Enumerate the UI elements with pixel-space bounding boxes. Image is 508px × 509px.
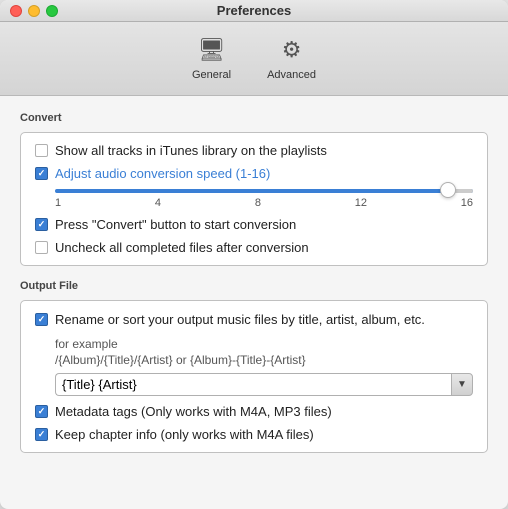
speed-slider-section: 1 4 8 12 16 bbox=[55, 189, 473, 209]
show-tracks-checkbox[interactable] bbox=[35, 144, 48, 157]
window-title: Preferences bbox=[217, 3, 291, 18]
output-section-title: Output File bbox=[20, 280, 488, 292]
uncheck-completed-label: Uncheck all completed files after conver… bbox=[55, 240, 309, 255]
slider-label-16: 16 bbox=[461, 197, 473, 209]
rename-sort-checkbox[interactable] bbox=[35, 313, 48, 326]
keep-chapter-label: Keep chapter info (only works with M4A f… bbox=[55, 427, 314, 442]
for-example-text: for example bbox=[55, 337, 473, 351]
slider-label-12: 12 bbox=[355, 197, 367, 209]
template-dropdown-button[interactable]: ▼ bbox=[451, 373, 473, 396]
keep-chapter-row: Keep chapter info (only works with M4A f… bbox=[35, 427, 473, 442]
gear-icon: ⚙ bbox=[276, 34, 308, 66]
press-convert-label: Press "Convert" button to start conversi… bbox=[55, 217, 296, 232]
minimize-button[interactable] bbox=[28, 5, 40, 17]
adjust-speed-checkbox[interactable] bbox=[35, 167, 48, 180]
tab-group: 🖥 General ⚙ Advanced bbox=[184, 30, 324, 85]
convert-section-box: Show all tracks in iTunes library on the… bbox=[20, 132, 488, 266]
general-icon: 🖥 bbox=[196, 34, 228, 66]
template-input-row: ▼ bbox=[55, 373, 473, 396]
slider-label-1: 1 bbox=[55, 197, 61, 209]
metadata-tags-checkbox[interactable] bbox=[35, 405, 48, 418]
tab-general-label: General bbox=[192, 69, 231, 81]
uncheck-completed-row: Uncheck all completed files after conver… bbox=[35, 240, 473, 255]
rename-sort-row: Rename or sort your output music files b… bbox=[35, 311, 473, 329]
tab-advanced[interactable]: ⚙ Advanced bbox=[259, 30, 324, 85]
rename-sort-label: Rename or sort your output music files b… bbox=[55, 311, 425, 329]
content-area: Convert Show all tracks in iTunes librar… bbox=[0, 96, 508, 509]
uncheck-completed-checkbox[interactable] bbox=[35, 241, 48, 254]
chevron-down-icon: ▼ bbox=[457, 379, 467, 390]
adjust-speed-label: Adjust audio conversion speed (1-16) bbox=[55, 166, 270, 181]
convert-section-title: Convert bbox=[20, 112, 488, 124]
slider-label-8: 8 bbox=[255, 197, 261, 209]
show-tracks-row: Show all tracks in iTunes library on the… bbox=[35, 143, 473, 158]
tab-general[interactable]: 🖥 General bbox=[184, 30, 239, 85]
slider-labels: 1 4 8 12 16 bbox=[55, 197, 473, 209]
adjust-speed-row: Adjust audio conversion speed (1-16) bbox=[35, 166, 473, 181]
metadata-tags-label: Metadata tags (Only works with M4A, MP3 … bbox=[55, 404, 332, 419]
slider-label-4: 4 bbox=[155, 197, 161, 209]
slider-track-container bbox=[55, 189, 473, 193]
slider-filled-track bbox=[55, 189, 473, 193]
titlebar: Preferences bbox=[0, 0, 508, 22]
template-input[interactable] bbox=[55, 373, 451, 396]
output-section-box: Rename or sort your output music files b… bbox=[20, 300, 488, 453]
traffic-lights bbox=[10, 5, 58, 17]
slider-thumb[interactable] bbox=[440, 182, 456, 198]
press-convert-checkbox[interactable] bbox=[35, 218, 48, 231]
maximize-button[interactable] bbox=[46, 5, 58, 17]
preferences-window: Preferences 🖥 General ⚙ Advanced Convert… bbox=[0, 0, 508, 509]
show-tracks-label: Show all tracks in iTunes library on the… bbox=[55, 143, 327, 158]
close-button[interactable] bbox=[10, 5, 22, 17]
press-convert-row: Press "Convert" button to start conversi… bbox=[35, 217, 473, 232]
tab-advanced-label: Advanced bbox=[267, 69, 316, 81]
metadata-tags-row: Metadata tags (Only works with M4A, MP3 … bbox=[35, 404, 473, 419]
keep-chapter-checkbox[interactable] bbox=[35, 428, 48, 441]
example-template-text: /{Album}/{Title}/{Artist} or {Album}-{Ti… bbox=[55, 353, 473, 367]
toolbar: 🖥 General ⚙ Advanced bbox=[0, 22, 508, 96]
